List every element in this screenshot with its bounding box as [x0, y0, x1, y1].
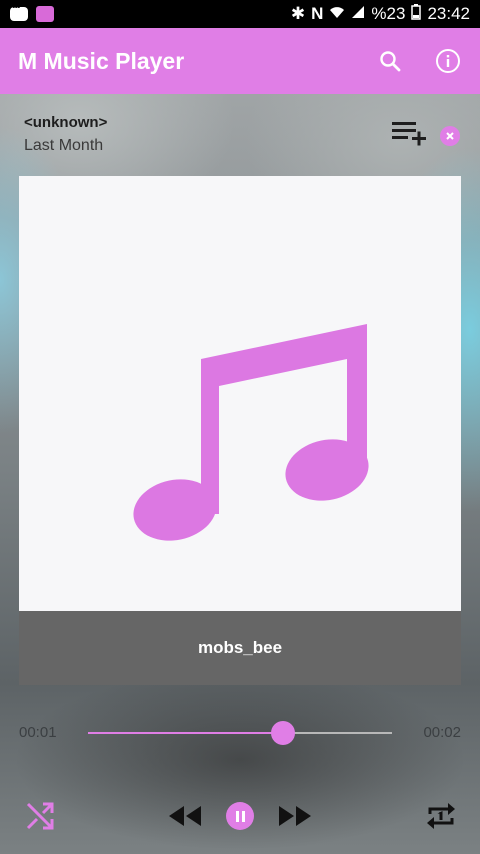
close-button[interactable] [440, 125, 460, 146]
shuffle-button[interactable] [22, 796, 58, 836]
song-title: mobs_bee [197, 638, 283, 657]
clock: 23:42 [427, 4, 470, 23]
search-icon [380, 51, 401, 72]
add-to-playlist-button[interactable] [390, 118, 428, 153]
total-time: 00:02 [423, 724, 461, 741]
next-button[interactable] [276, 796, 314, 836]
shuffle-icon [26, 802, 54, 830]
now-playing-actions [390, 118, 460, 153]
album-name: Last Month [24, 137, 104, 154]
battery-level: %23 [371, 4, 406, 23]
fast-forward-icon [279, 806, 311, 826]
rewind-icon [169, 806, 201, 826]
progress-row: 00:01 00:02 [0, 716, 480, 750]
artist-name: <unknown> [24, 114, 108, 131]
battery-icon [411, 3, 422, 25]
app-bar: M Music Player [0, 28, 480, 94]
album-art [19, 176, 461, 611]
message-icon [10, 2, 28, 21]
seek-bar-thumb[interactable] [270, 721, 295, 745]
signal-icon [351, 4, 365, 24]
repeat-one-icon [427, 803, 455, 829]
previous-button[interactable] [166, 796, 204, 836]
seek-bar-fill [88, 732, 283, 734]
song-info: <unknown> Last Month [24, 114, 107, 155]
song-title-bar: mobs_bee [19, 611, 461, 685]
album-art-card: mobs_bee [19, 176, 461, 685]
pause-icon [226, 802, 254, 830]
seek-bar[interactable] [88, 721, 392, 745]
music-notification-icon [36, 6, 54, 22]
bluetooth-icon: ✱ [290, 4, 306, 23]
nfc-icon: N [311, 4, 324, 23]
app-title: M Music Player [18, 47, 185, 74]
search-button[interactable] [376, 47, 404, 75]
status-bar: ✱ N %23 23:42 [0, 0, 480, 28]
wifi-icon [329, 4, 345, 24]
playback-controls [0, 796, 480, 836]
playlist-add-icon [392, 122, 426, 146]
current-time: 00:01 [19, 724, 57, 741]
pause-button[interactable] [225, 796, 255, 836]
close-icon [446, 131, 454, 140]
repeat-button[interactable] [422, 796, 460, 836]
music-note-icon [133, 324, 369, 541]
info-icon [436, 49, 460, 73]
info-button[interactable] [434, 47, 462, 75]
